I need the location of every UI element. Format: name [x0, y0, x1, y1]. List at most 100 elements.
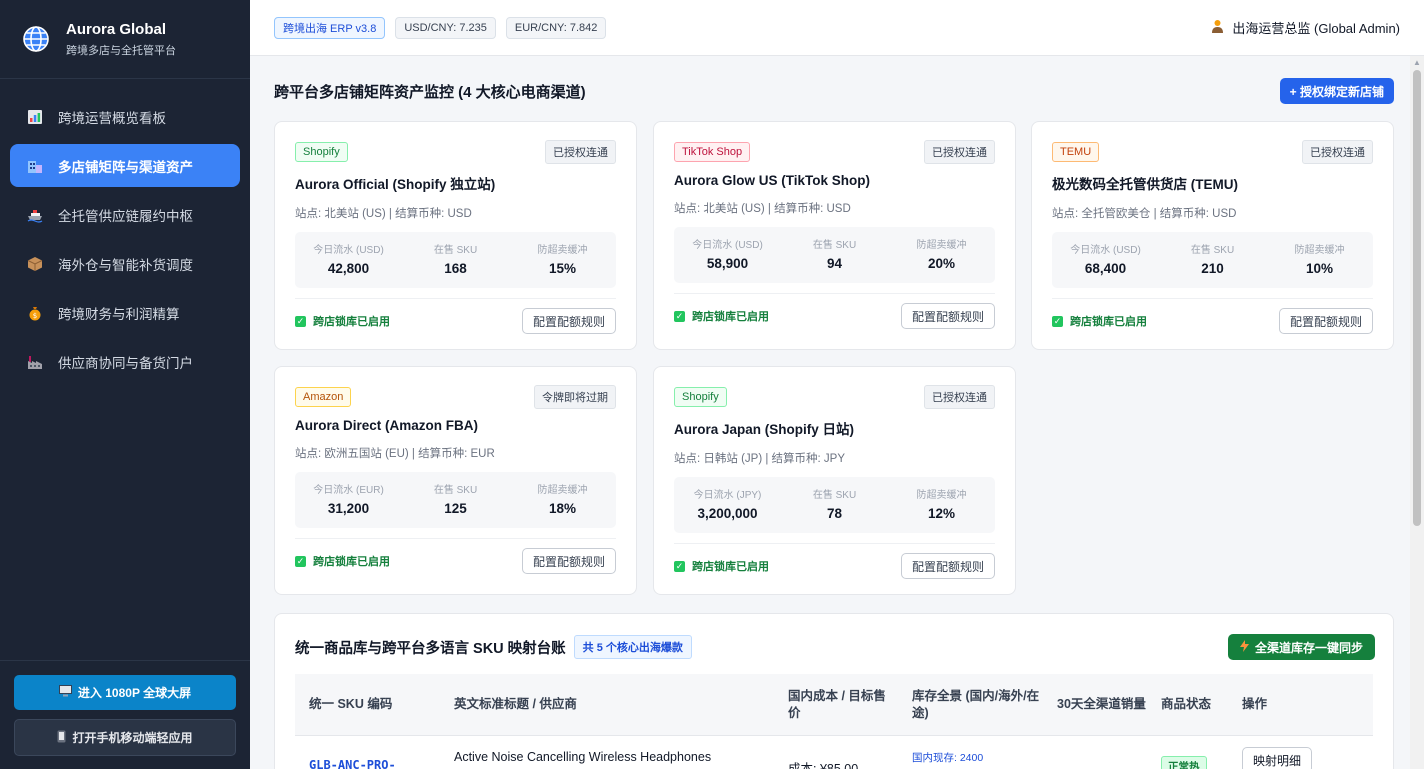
- store-site: 站点: 北美站 (US) | 结算币种: USD: [674, 203, 851, 215]
- metric-flow: 今日流水 (EUR) 31,200: [295, 472, 402, 528]
- store-card-footer: ✓ 跨店锁库已启用 配置配额规则: [674, 543, 995, 588]
- status-badge: 正常热: [1161, 756, 1207, 769]
- metric-sku: 在售 SKU 125: [402, 472, 509, 528]
- erp-version-badge: 跨境出海 ERP v3.8: [274, 16, 386, 39]
- sku-code[interactable]: GLB-ANC-PRO-: [309, 758, 396, 769]
- sidebar-item-overview[interactable]: 跨境运营概览看板: [10, 95, 240, 138]
- platform-tag: Amazon: [295, 387, 352, 407]
- inventory-lock-status: ✓ 跨店锁库已启用: [1052, 313, 1147, 329]
- add-store-button[interactable]: + 授权绑定新店铺: [1279, 78, 1394, 104]
- sidebar-item-label: 供应商协同与备货门户: [58, 355, 193, 371]
- column-header: 30天全渠道销量: [1057, 697, 1146, 711]
- metric-label: 在售 SKU: [812, 490, 857, 501]
- status-cell: 正常热: [1147, 736, 1228, 769]
- config-quota-button[interactable]: 配置配额规则: [900, 553, 995, 579]
- platform-tag: Shopify: [674, 387, 727, 407]
- table-row[interactable]: GLB-ANC-PRO- Active Noise Cancelling Wir…: [295, 736, 1373, 769]
- sku-table: 统一 SKU 编码 英文标准标题 / 供应商 国内成本 / 目标售价 库存全景 …: [295, 674, 1373, 769]
- lightning-icon: [1239, 639, 1249, 655]
- column-header: 操作: [1242, 697, 1268, 711]
- usd-rate-badge: USD/CNY: 7.235: [395, 16, 496, 39]
- store-metrics: 今日流水 (JPY) 3,200,000 在售 SKU 78 防超卖缓冲 12%: [674, 477, 995, 533]
- main-scrollbar[interactable]: ▲: [1410, 56, 1424, 769]
- fullscreen-dashboard-button[interactable]: 进入 1080P 全球大屏: [14, 675, 236, 710]
- store-metrics: 今日流水 (USD) 68,400 在售 SKU 210 防超卖缓冲 10%: [1052, 232, 1373, 288]
- ship-icon: [26, 206, 44, 224]
- main-content: 跨平台多店铺矩阵资产监控 (4 大核心电商渠道) + 授权绑定新店铺 Shopi…: [250, 56, 1410, 769]
- metric-value: 168: [444, 261, 467, 276]
- config-quota-button[interactable]: 配置配额规则: [1278, 308, 1373, 334]
- action-cell: 映射明细: [1228, 736, 1313, 769]
- mobile-app-label: 打开手机移动端轻应用: [72, 731, 193, 745]
- metric-flow: 今日流水 (USD) 42,800: [295, 232, 402, 288]
- metric-label: 今日流水 (USD): [313, 245, 384, 256]
- inventory-lock-label: 跨店锁库已启用: [692, 311, 769, 323]
- sidebar-item-label: 多店铺矩阵与渠道资产: [58, 159, 193, 175]
- sidebar-item-label: 跨境财务与利润精算: [58, 306, 180, 322]
- inventory-lock-label: 跨店锁库已启用: [692, 561, 769, 573]
- stores-section-header: 跨平台多店铺矩阵资产监控 (4 大核心电商渠道) + 授权绑定新店铺: [274, 77, 1394, 105]
- metric-value: 18%: [548, 501, 577, 516]
- store-metrics: 今日流水 (USD) 42,800 在售 SKU 168 防超卖缓冲 15%: [295, 232, 616, 288]
- user-avatar-icon: [1211, 19, 1224, 36]
- column-header: 英文标准标题 / 供应商: [454, 697, 577, 711]
- metric-label: 在售 SKU: [812, 240, 857, 251]
- platform-tag: Shopify: [295, 142, 348, 162]
- sync-inventory-button[interactable]: 全渠道库存一键同步: [1227, 634, 1375, 660]
- sidebar-item-stores[interactable]: 多店铺矩阵与渠道资产: [10, 144, 240, 187]
- product-cost: 成本: ¥85.00: [788, 762, 859, 769]
- sidebar-footer: 进入 1080P 全球大屏 打开手机移动端轻应用: [0, 660, 250, 769]
- metric-label: 防超卖缓冲: [916, 490, 967, 501]
- sync-inventory-label: 全渠道库存一键同步: [1254, 640, 1363, 655]
- store-card-header: TEMU 已授权连通: [1052, 140, 1373, 164]
- money-bag-icon: $: [26, 304, 44, 322]
- sidebar-item-warehouse[interactable]: 海外仓与智能补货调度: [10, 242, 240, 285]
- metric-label: 今日流水 (JPY): [693, 490, 762, 501]
- stock-cell: 国内现存: 2400: [898, 736, 1043, 769]
- user-name: 出海运营总监 (Global Admin): [1232, 21, 1400, 36]
- user-menu[interactable]: 出海运营总监 (Global Admin): [1211, 18, 1400, 37]
- scroll-up-arrow-icon[interactable]: ▲: [1413, 58, 1421, 67]
- sidebar-item-suppliers[interactable]: 供应商协同与备货门户: [10, 340, 240, 383]
- store-card: TikTok Shop 已授权连通 Aurora Glow US (TikTok S…: [653, 121, 1016, 350]
- store-name: 极光数码全托管供货店 (TEMU): [1052, 177, 1238, 192]
- store-card: TEMU 已授权连通极光数码全托管供货店 (TEMU) 站点: 全托管欧美仓 | 结…: [1031, 121, 1394, 350]
- metric-value: 210: [1201, 261, 1224, 276]
- store-card: Shopify 已授权连通 Aurora Official (Shopify 独立站…: [274, 121, 637, 350]
- metric-value: 15%: [548, 261, 577, 276]
- store-site: 站点: 北美站 (US) | 结算币种: USD: [295, 208, 472, 220]
- check-icon: ✓: [674, 310, 685, 322]
- auth-status-badge: 已授权连通: [924, 140, 995, 164]
- sidebar-item-supply-chain[interactable]: 全托管供应链履约中枢: [10, 193, 240, 236]
- metric-label: 在售 SKU: [433, 245, 478, 256]
- auth-status-badge: 已授权连通: [924, 385, 995, 409]
- metric-sku: 在售 SKU 94: [781, 227, 888, 283]
- config-quota-button[interactable]: 配置配额规则: [521, 548, 616, 574]
- sku-ledger-header: 统一商品库与跨平台多语言 SKU 映射台账 共 5 个核心出海爆款 全渠道库存一…: [295, 634, 1375, 660]
- metric-label: 在售 SKU: [1190, 245, 1235, 256]
- check-icon: ✓: [1052, 315, 1063, 327]
- metric-value: 78: [826, 506, 843, 521]
- config-quota-button[interactable]: 配置配额规则: [521, 308, 616, 334]
- check-icon: ✓: [295, 315, 306, 327]
- metric-label: 今日流水 (EUR): [313, 485, 384, 496]
- store-site: 站点: 全托管欧美仓 | 结算币种: USD: [1052, 208, 1237, 220]
- inventory-lock-label: 跨店锁库已启用: [1070, 316, 1147, 328]
- metric-sku: 在售 SKU 210: [1159, 232, 1266, 288]
- mobile-app-button[interactable]: 打开手机移动端轻应用: [14, 719, 236, 756]
- column-header: 商品状态: [1161, 697, 1212, 711]
- sku-ledger-panel: 统一商品库与跨平台多语言 SKU 映射台账 共 5 个核心出海爆款 全渠道库存一…: [274, 613, 1394, 769]
- inventory-lock-status: ✓ 跨店锁库已启用: [295, 553, 390, 569]
- sku-ledger-title-wrap: 统一商品库与跨平台多语言 SKU 映射台账 共 5 个核心出海爆款: [295, 635, 692, 659]
- sidebar-item-finance[interactable]: $ 跨境财务与利润精算: [10, 291, 240, 334]
- column-header: 统一 SKU 编码: [309, 697, 393, 711]
- auth-status-badge: 令牌即将过期: [534, 385, 616, 409]
- mapping-detail-button[interactable]: 映射明细: [1242, 747, 1313, 769]
- fullscreen-dashboard-label: 进入 1080P 全球大屏: [77, 686, 192, 700]
- sidebar-item-label: 海外仓与智能补货调度: [58, 257, 193, 273]
- sidebar: Aurora Global 跨境多店与全托管平台 跨境运营概览看板 多店铺矩阵与…: [0, 0, 250, 769]
- config-quota-button[interactable]: 配置配额规则: [900, 303, 995, 329]
- cost-cell: 成本: ¥85.00: [774, 736, 898, 769]
- scrollbar-thumb[interactable]: [1413, 70, 1421, 526]
- inventory-lock-status: ✓ 跨店锁库已启用: [295, 313, 390, 329]
